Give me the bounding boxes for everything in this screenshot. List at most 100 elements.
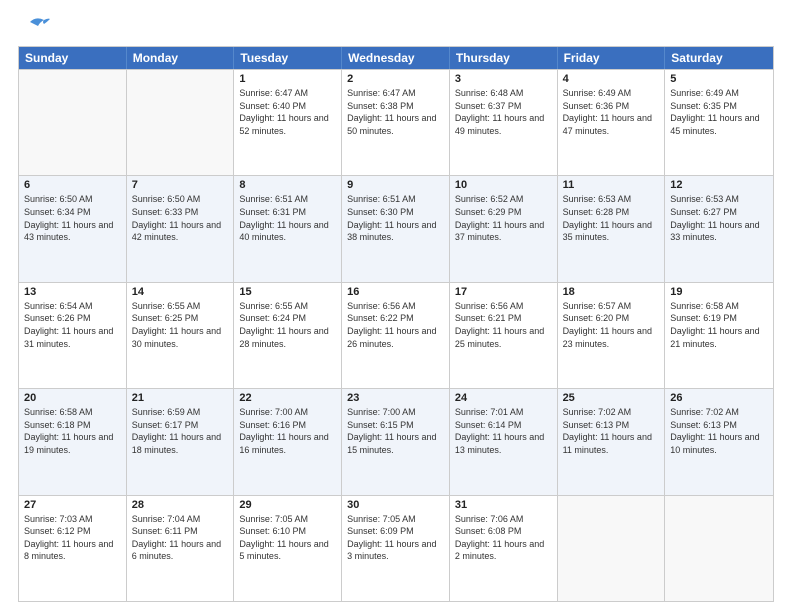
day-cell-16: 16 Sunrise: 6:56 AM Sunset: 6:22 PM Dayli… <box>342 283 450 388</box>
day-info: Sunrise: 7:06 AM Sunset: 6:08 PM Dayligh… <box>455 513 552 563</box>
day-info: Sunrise: 7:05 AM Sunset: 6:10 PM Dayligh… <box>239 513 336 563</box>
day-cell-22: 22 Sunrise: 7:00 AM Sunset: 6:16 PM Dayli… <box>234 389 342 494</box>
day-number: 12 <box>670 179 768 191</box>
day-info: Sunrise: 7:02 AM Sunset: 6:13 PM Dayligh… <box>563 406 660 456</box>
day-info: Sunrise: 6:51 AM Sunset: 6:30 PM Dayligh… <box>347 193 444 243</box>
day-cell-27: 27 Sunrise: 7:03 AM Sunset: 6:12 PM Dayli… <box>19 496 127 601</box>
empty-cell <box>127 70 235 175</box>
day-info: Sunrise: 7:00 AM Sunset: 6:16 PM Dayligh… <box>239 406 336 456</box>
day-info: Sunrise: 6:53 AM Sunset: 6:28 PM Dayligh… <box>563 193 660 243</box>
day-number: 5 <box>670 73 768 85</box>
day-cell-21: 21 Sunrise: 6:59 AM Sunset: 6:17 PM Dayli… <box>127 389 235 494</box>
calendar: SundayMondayTuesdayWednesdayThursdayFrid… <box>18 46 774 602</box>
day-info: Sunrise: 6:58 AM Sunset: 6:19 PM Dayligh… <box>670 300 768 350</box>
day-cell-4: 4 Sunrise: 6:49 AM Sunset: 6:36 PM Daylig… <box>558 70 666 175</box>
logo <box>18 18 50 36</box>
day-number: 21 <box>132 392 229 404</box>
calendar-row-4: 27 Sunrise: 7:03 AM Sunset: 6:12 PM Dayli… <box>19 495 773 601</box>
day-cell-31: 31 Sunrise: 7:06 AM Sunset: 6:08 PM Dayli… <box>450 496 558 601</box>
day-number: 27 <box>24 499 121 511</box>
day-info: Sunrise: 6:48 AM Sunset: 6:37 PM Dayligh… <box>455 87 552 137</box>
calendar-header: SundayMondayTuesdayWednesdayThursdayFrid… <box>19 47 773 69</box>
logo-bird-icon <box>22 14 50 36</box>
page: SundayMondayTuesdayWednesdayThursdayFrid… <box>0 0 792 612</box>
day-cell-12: 12 Sunrise: 6:53 AM Sunset: 6:27 PM Dayli… <box>665 176 773 281</box>
weekday-header-friday: Friday <box>558 47 666 69</box>
day-cell-19: 19 Sunrise: 6:58 AM Sunset: 6:19 PM Dayli… <box>665 283 773 388</box>
day-cell-5: 5 Sunrise: 6:49 AM Sunset: 6:35 PM Daylig… <box>665 70 773 175</box>
weekday-header-monday: Monday <box>127 47 235 69</box>
day-cell-24: 24Sunrise: 7:01 AM Sunset: 6:14 PM Dayli… <box>450 389 558 494</box>
day-info: Sunrise: 6:50 AM Sunset: 6:33 PM Dayligh… <box>132 193 229 243</box>
day-number: 26 <box>670 392 768 404</box>
day-info: Sunrise: 6:55 AM Sunset: 6:25 PM Dayligh… <box>132 300 229 350</box>
day-cell-13: 13 Sunrise: 6:54 AM Sunset: 6:26 PM Dayli… <box>19 283 127 388</box>
day-number: 4 <box>563 73 660 85</box>
day-cell-14: 14 Sunrise: 6:55 AM Sunset: 6:25 PM Dayli… <box>127 283 235 388</box>
day-number: 7 <box>132 179 229 191</box>
day-info: Sunrise: 7:05 AM Sunset: 6:09 PM Dayligh… <box>347 513 444 563</box>
day-number: 18 <box>563 286 660 298</box>
day-number: 10 <box>455 179 552 191</box>
day-info: Sunrise: 6:58 AM Sunset: 6:18 PM Dayligh… <box>24 406 121 456</box>
day-info: Sunrise: 6:47 AM Sunset: 6:38 PM Dayligh… <box>347 87 444 137</box>
day-cell-18: 18 Sunrise: 6:57 AM Sunset: 6:20 PM Dayli… <box>558 283 666 388</box>
day-info: Sunrise: 7:04 AM Sunset: 6:11 PM Dayligh… <box>132 513 229 563</box>
day-info: Sunrise: 7:02 AM Sunset: 6:13 PM Dayligh… <box>670 406 768 456</box>
day-cell-28: 28Sunrise: 7:04 AM Sunset: 6:11 PM Dayli… <box>127 496 235 601</box>
calendar-body: 1 Sunrise: 6:47 AM Sunset: 6:40 PM Daylig… <box>19 69 773 601</box>
day-info: Sunrise: 7:00 AM Sunset: 6:15 PM Dayligh… <box>347 406 444 456</box>
weekday-header-sunday: Sunday <box>19 47 127 69</box>
day-info: Sunrise: 6:51 AM Sunset: 6:31 PM Dayligh… <box>239 193 336 243</box>
day-cell-3: 3 Sunrise: 6:48 AM Sunset: 6:37 PM Daylig… <box>450 70 558 175</box>
header <box>18 18 774 36</box>
day-cell-25: 25 Sunrise: 7:02 AM Sunset: 6:13 PM Dayli… <box>558 389 666 494</box>
day-number: 9 <box>347 179 444 191</box>
day-info: Sunrise: 6:54 AM Sunset: 6:26 PM Dayligh… <box>24 300 121 350</box>
day-info: Sunrise: 6:53 AM Sunset: 6:27 PM Dayligh… <box>670 193 768 243</box>
day-number: 24 <box>455 392 552 404</box>
day-number: 20 <box>24 392 121 404</box>
day-info: Sunrise: 6:56 AM Sunset: 6:21 PM Dayligh… <box>455 300 552 350</box>
day-number: 31 <box>455 499 552 511</box>
day-number: 8 <box>239 179 336 191</box>
day-cell-9: 9 Sunrise: 6:51 AM Sunset: 6:30 PM Daylig… <box>342 176 450 281</box>
weekday-header-thursday: Thursday <box>450 47 558 69</box>
day-cell-6: 6Sunrise: 6:50 AM Sunset: 6:34 PM Daylig… <box>19 176 127 281</box>
day-cell-29: 29 Sunrise: 7:05 AM Sunset: 6:10 PM Dayli… <box>234 496 342 601</box>
day-cell-30: 30 Sunrise: 7:05 AM Sunset: 6:09 PM Dayli… <box>342 496 450 601</box>
day-number: 6 <box>24 179 121 191</box>
day-number: 16 <box>347 286 444 298</box>
day-info: Sunrise: 6:52 AM Sunset: 6:29 PM Dayligh… <box>455 193 552 243</box>
day-number: 11 <box>563 179 660 191</box>
day-info: Sunrise: 6:49 AM Sunset: 6:35 PM Dayligh… <box>670 87 768 137</box>
day-cell-8: 8 Sunrise: 6:51 AM Sunset: 6:31 PM Daylig… <box>234 176 342 281</box>
weekday-header-saturday: Saturday <box>665 47 773 69</box>
calendar-row-0: 1 Sunrise: 6:47 AM Sunset: 6:40 PM Daylig… <box>19 69 773 175</box>
day-number: 13 <box>24 286 121 298</box>
day-cell-2: 2Sunrise: 6:47 AM Sunset: 6:38 PM Daylig… <box>342 70 450 175</box>
day-number: 17 <box>455 286 552 298</box>
day-info: Sunrise: 6:59 AM Sunset: 6:17 PM Dayligh… <box>132 406 229 456</box>
day-cell-11: 11 Sunrise: 6:53 AM Sunset: 6:28 PM Dayli… <box>558 176 666 281</box>
day-cell-20: 20 Sunrise: 6:58 AM Sunset: 6:18 PM Dayli… <box>19 389 127 494</box>
calendar-row-3: 20 Sunrise: 6:58 AM Sunset: 6:18 PM Dayli… <box>19 388 773 494</box>
day-info: Sunrise: 6:57 AM Sunset: 6:20 PM Dayligh… <box>563 300 660 350</box>
day-number: 3 <box>455 73 552 85</box>
day-cell-26: 26 Sunrise: 7:02 AM Sunset: 6:13 PM Dayli… <box>665 389 773 494</box>
empty-cell <box>558 496 666 601</box>
day-cell-17: 17 Sunrise: 6:56 AM Sunset: 6:21 PM Dayli… <box>450 283 558 388</box>
day-number: 19 <box>670 286 768 298</box>
day-number: 30 <box>347 499 444 511</box>
day-number: 29 <box>239 499 336 511</box>
day-number: 14 <box>132 286 229 298</box>
day-info: Sunrise: 7:03 AM Sunset: 6:12 PM Dayligh… <box>24 513 121 563</box>
day-info: Sunrise: 6:56 AM Sunset: 6:22 PM Dayligh… <box>347 300 444 350</box>
day-number: 22 <box>239 392 336 404</box>
empty-cell <box>665 496 773 601</box>
weekday-header-tuesday: Tuesday <box>234 47 342 69</box>
day-info: Sunrise: 6:49 AM Sunset: 6:36 PM Dayligh… <box>563 87 660 137</box>
day-number: 25 <box>563 392 660 404</box>
day-info: Sunrise: 6:47 AM Sunset: 6:40 PM Dayligh… <box>239 87 336 137</box>
day-number: 1 <box>239 73 336 85</box>
